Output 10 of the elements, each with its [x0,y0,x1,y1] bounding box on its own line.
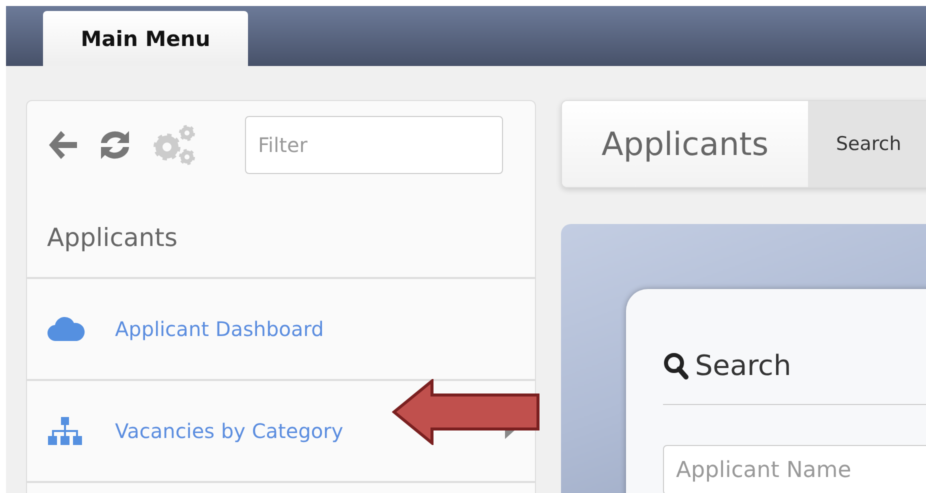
cloud-icon [47,315,85,343]
sitemap-icon [47,415,83,447]
search-icon [663,352,689,380]
section-title: Applicants [27,175,535,279]
search-heading: Search [695,349,792,382]
filter-field[interactable]: Filter [245,116,503,174]
search-button[interactable]: Search [808,101,926,187]
page-title: Applicants [562,101,808,187]
menu-tab[interactable]: Main Menu [43,11,248,66]
name-field[interactable]: Applicant Name [663,445,926,493]
